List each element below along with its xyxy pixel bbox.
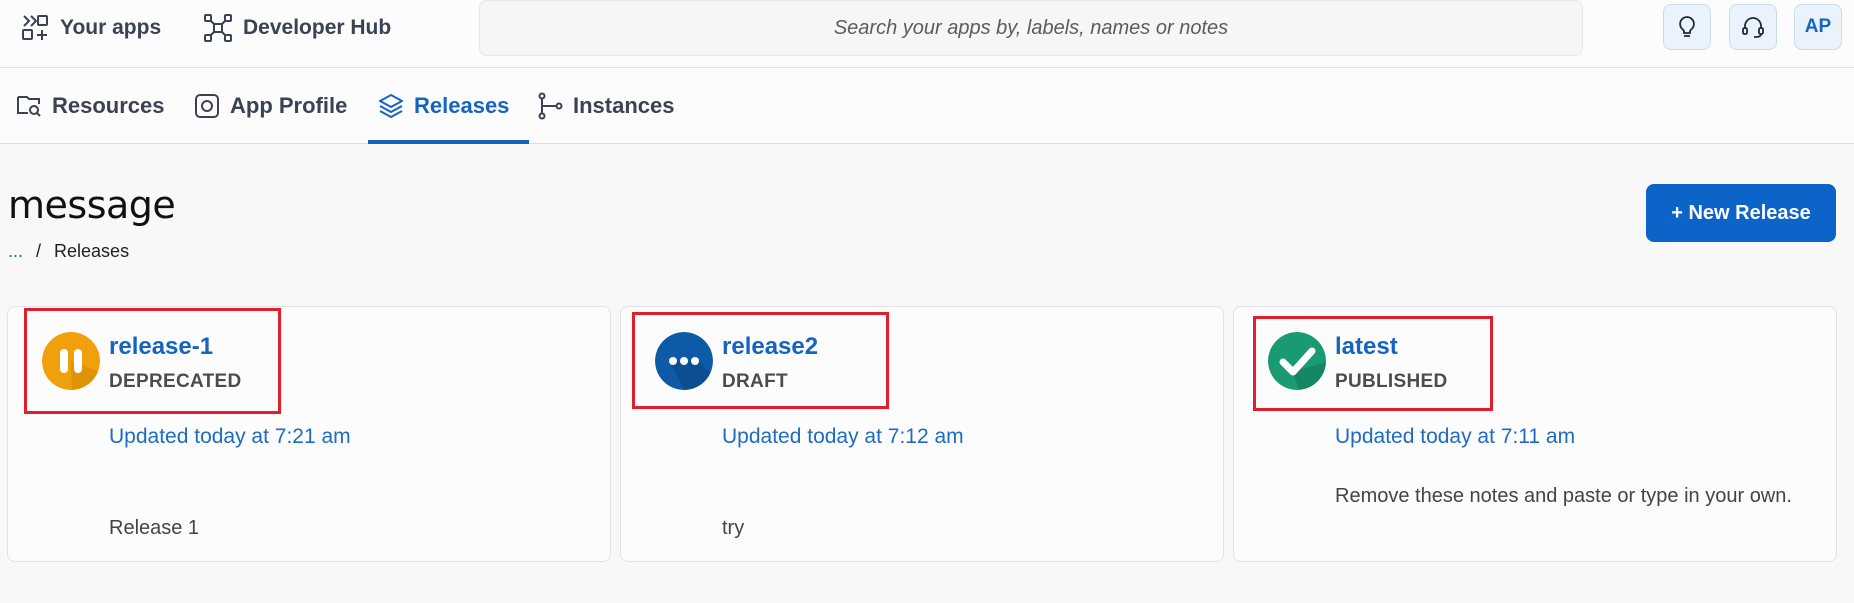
- divider: [724, 407, 733, 409]
- check-icon: [1268, 332, 1326, 390]
- top-bar: Your apps Developer Hub Search your apps…: [0, 0, 1854, 68]
- status-indicator: [655, 332, 713, 390]
- release-notes: Release 1: [109, 517, 200, 539]
- new-release-button[interactable]: + New Release: [1646, 184, 1836, 242]
- release-updated-time: Updated today at 7:12 am: [722, 425, 964, 448]
- breadcrumb-current: Releases: [54, 241, 130, 261]
- tab-instances-label: Instances: [573, 93, 675, 118]
- pause-icon: [42, 332, 100, 390]
- tab-app-profile[interactable]: App Profile: [193, 68, 347, 144]
- release-name-link[interactable]: release2: [722, 333, 818, 361]
- search-input[interactable]: Search your apps by, labels, names or no…: [479, 0, 1583, 56]
- app-profile-icon: [195, 94, 219, 118]
- release-name-link[interactable]: latest: [1335, 333, 1398, 361]
- lightbulb-button[interactable]: [1663, 4, 1711, 50]
- release-updated-time: Updated today at 7:21 am: [109, 425, 351, 448]
- apps-grid-icon: [22, 15, 48, 40]
- support-button[interactable]: [1729, 4, 1777, 50]
- status-indicator: [42, 332, 100, 390]
- release-name-link[interactable]: release-1: [109, 333, 213, 361]
- your-apps-label: Your apps: [60, 16, 162, 39]
- tab-releases[interactable]: Releases: [368, 68, 529, 144]
- release-card[interactable]: release2 DRAFT Updated today at 7:12 am …: [620, 306, 1224, 562]
- avatar[interactable]: AP: [1794, 4, 1842, 50]
- tab-instances[interactable]: Instances: [536, 68, 675, 144]
- avatar-initials: AP: [1804, 16, 1832, 37]
- release-card[interactable]: latest PUBLISHED Updated today at 7:11 a…: [1233, 306, 1837, 562]
- headset-icon: [1742, 17, 1764, 38]
- release-status: DRAFT: [722, 371, 788, 392]
- tab-resources[interactable]: Resources: [15, 68, 165, 144]
- tab-bar: Resources App Profile Releases Instances: [0, 68, 1854, 144]
- developer-hub-label: Developer Hub: [243, 16, 392, 39]
- branch-icon: [538, 92, 563, 120]
- developer-hub-link[interactable]: Developer Hub: [203, 10, 391, 46]
- page-title: message: [8, 183, 176, 227]
- status-indicator: [1268, 332, 1326, 390]
- breadcrumb: ... / Releases: [8, 241, 129, 262]
- release-status: PUBLISHED: [1335, 371, 1448, 392]
- release-status: DEPRECATED: [109, 371, 242, 392]
- layers-icon: [379, 94, 403, 118]
- resources-icon: [17, 96, 41, 117]
- release-notes: Remove these notes and paste or type in …: [1335, 485, 1792, 507]
- hub-network-icon: [204, 14, 232, 42]
- search-placeholder: Search your apps by, labels, names or no…: [833, 16, 1229, 39]
- tab-resources-label: Resources: [52, 93, 165, 118]
- release-notes: try: [722, 517, 745, 539]
- breadcrumb-separator: /: [36, 241, 42, 261]
- release-updated-time: Updated today at 7:11 am: [1335, 425, 1576, 448]
- lightbulb-icon: [1679, 16, 1695, 37]
- tab-releases-label: Releases: [414, 93, 510, 118]
- your-apps-link[interactable]: Your apps: [20, 10, 161, 46]
- breadcrumb-ellipsis-link[interactable]: ...: [8, 241, 23, 262]
- more-dots-icon: [655, 332, 713, 390]
- release-card[interactable]: release-1 DEPRECATED Updated today at 7:…: [7, 306, 611, 562]
- tab-app-profile-label: App Profile: [230, 93, 348, 118]
